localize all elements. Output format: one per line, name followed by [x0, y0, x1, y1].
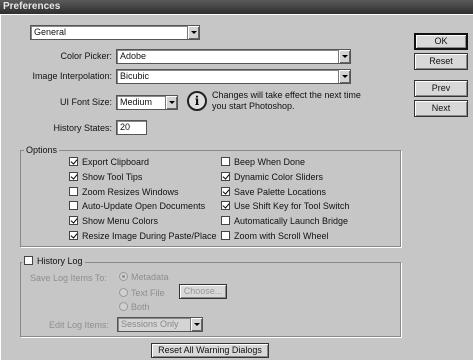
- radio-both-label: Both: [131, 302, 150, 312]
- edit-log-items-label: Edit Log Items:: [49, 320, 110, 330]
- option-left-checkbox[interactable]: Auto-Update Open Documents: [69, 201, 205, 212]
- radio-metadata[interactable]: Metadata: [119, 272, 169, 283]
- checkbox-label: Auto-Update Open Documents: [82, 201, 206, 212]
- history-states-label: History States:: [53, 123, 112, 133]
- option-left-checkbox[interactable]: Resize Image During Paste/Place: [69, 231, 217, 242]
- checkbox-box[interactable]: [69, 186, 78, 196]
- image-interpolation-label: Image Interpolation:: [32, 71, 112, 81]
- checkbox-box[interactable]: [69, 171, 78, 181]
- checkbox-label: Export Clipboard: [82, 157, 150, 167]
- history-states-input[interactable]: 20: [116, 120, 147, 135]
- history-log-label: History Log: [37, 256, 83, 266]
- option-right-checkbox[interactable]: Zoom with Scroll Wheel: [221, 231, 329, 242]
- section-select-value: General: [34, 27, 67, 37]
- reset-all-warning-dialogs-button[interactable]: Reset All Warning Dialogs: [151, 343, 269, 358]
- option-left-checkbox[interactable]: Show Tool Tips: [69, 171, 143, 183]
- checkbox-box[interactable]: [221, 201, 230, 211]
- option-right-checkbox[interactable]: Dynamic Color Sliders: [221, 171, 324, 183]
- choose-button[interactable]: Choose...: [179, 284, 227, 299]
- reset-button[interactable]: Reset: [414, 53, 468, 70]
- save-log-items-label: Save Log Items To:: [30, 273, 107, 283]
- checkbox-box[interactable]: [221, 216, 230, 226]
- checkbox-label: Beep When Done: [234, 157, 306, 167]
- radio-both[interactable]: Both: [119, 302, 150, 313]
- options-group-title: Options: [24, 145, 60, 155]
- checkbox-box[interactable]: [69, 231, 78, 240]
- checkbox-box[interactable]: [221, 171, 230, 181]
- ui-font-size-select[interactable]: Medium: [116, 95, 178, 110]
- radio-metadata-label: Metadata: [131, 272, 169, 282]
- image-interpolation-value: Bicubic: [120, 71, 150, 81]
- checkbox-box[interactable]: [221, 157, 230, 166]
- checkbox-label: Zoom with Scroll Wheel: [234, 231, 329, 241]
- image-interpolation-select[interactable]: Bicubic: [116, 69, 351, 84]
- history-log-checkbox-box[interactable]: [24, 256, 33, 265]
- checkbox-label: Zoom Resizes Windows: [82, 186, 179, 197]
- window-title: Preferences: [0, 0, 473, 14]
- radio-metadata-dot[interactable]: [119, 272, 128, 281]
- chevron-down-icon[interactable]: [338, 50, 350, 63]
- option-left-checkbox[interactable]: Show Menu Colors: [69, 216, 158, 227]
- checkbox-label: Resize Image During Paste/Place: [82, 231, 217, 241]
- checkbox-label: Use Shift Key for Tool Switch: [234, 201, 350, 212]
- checkbox-label: Dynamic Color Sliders: [234, 171, 324, 182]
- ui-font-size-value: Medium: [120, 97, 153, 107]
- color-picker-select[interactable]: Adobe: [116, 49, 351, 64]
- color-picker-value: Adobe: [120, 51, 147, 61]
- checkbox-box[interactable]: [221, 231, 230, 240]
- color-picker-label: Color Picker:: [60, 51, 112, 61]
- edit-log-items-select[interactable]: Sessions Only: [117, 317, 203, 332]
- font-size-note: Changes will take effect the next time y…: [212, 90, 361, 111]
- ok-button[interactable]: OK: [414, 33, 468, 50]
- checkbox-box[interactable]: [69, 201, 78, 211]
- chevron-down-icon[interactable]: [165, 96, 177, 109]
- checkbox-box[interactable]: [69, 216, 78, 226]
- option-right-checkbox[interactable]: Save Palette Locations: [221, 186, 327, 198]
- history-log-checkbox[interactable]: History Log: [22, 256, 85, 267]
- radio-text-file-label: Text File: [131, 288, 165, 298]
- checkbox-label: Show Tool Tips: [82, 171, 143, 182]
- option-left-checkbox[interactable]: Zoom Resizes Windows: [69, 186, 179, 198]
- prev-button[interactable]: Prev: [414, 80, 468, 97]
- chevron-down-icon[interactable]: [190, 318, 202, 331]
- radio-text-file[interactable]: Text File: [119, 288, 165, 299]
- chevron-down-icon[interactable]: [338, 70, 350, 83]
- radio-both-dot[interactable]: [119, 302, 128, 311]
- checkbox-label: Automatically Launch Bridge: [234, 216, 349, 227]
- option-left-checkbox[interactable]: Export Clipboard: [69, 157, 149, 168]
- option-right-checkbox[interactable]: Use Shift Key for Tool Switch: [221, 201, 349, 212]
- chevron-down-icon[interactable]: [187, 26, 199, 39]
- next-button[interactable]: Next: [414, 100, 468, 117]
- option-right-checkbox[interactable]: Automatically Launch Bridge: [221, 216, 348, 227]
- option-right-checkbox[interactable]: Beep When Done: [221, 157, 305, 168]
- checkbox-label: Show Menu Colors: [82, 216, 159, 227]
- checkbox-box[interactable]: [221, 186, 230, 196]
- info-icon: i: [187, 91, 207, 111]
- edit-log-items-value: Sessions Only: [121, 319, 179, 329]
- section-select[interactable]: General: [30, 25, 200, 40]
- checkbox-box[interactable]: [69, 157, 78, 166]
- ui-font-size-label: UI Font Size:: [59, 97, 112, 107]
- checkbox-label: Save Palette Locations: [234, 186, 327, 197]
- radio-text-file-dot[interactable]: [119, 288, 128, 297]
